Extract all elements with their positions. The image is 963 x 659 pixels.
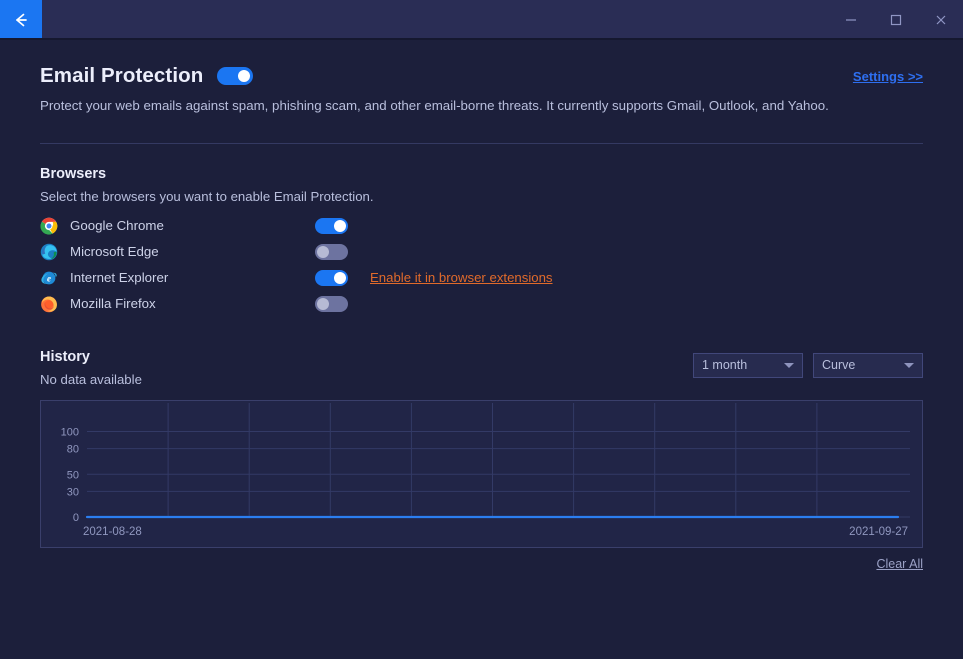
- enable-in-browser-extensions-link[interactable]: Enable it in browser extensions: [370, 270, 553, 285]
- browser-list: Google Chrome Microsoft Edge e Internet …: [40, 213, 923, 317]
- ie-icon: e: [40, 269, 58, 287]
- browser-row-edge: Microsoft Edge: [40, 239, 923, 265]
- window-controls: [828, 0, 963, 40]
- browser-row-firefox: Mozilla Firefox: [40, 291, 923, 317]
- chart-y-tick-label: 100: [61, 426, 79, 438]
- toggle-knob: [334, 271, 346, 284]
- page-header-row: Email Protection Settings >>: [40, 64, 923, 88]
- clear-all-link[interactable]: Clear All: [876, 557, 923, 571]
- chrome-icon: [40, 217, 58, 235]
- chart-y-tick-label: 50: [67, 469, 79, 481]
- svg-text:e: e: [47, 273, 51, 283]
- chart-y-tick-label: 30: [67, 486, 79, 498]
- chart-type-value: Curve: [822, 358, 856, 373]
- clear-all-row: Clear All: [40, 557, 923, 571]
- browser-toggle-firefox[interactable]: [315, 295, 348, 312]
- browsers-title: Browsers: [40, 165, 107, 182]
- chart-y-tick-label: 0: [73, 512, 79, 524]
- main-content: Email Protection Settings >> Protect you…: [0, 40, 963, 571]
- edge-icon: [40, 243, 58, 261]
- browsers-section: Browsers Select the browsers you want to…: [40, 166, 923, 317]
- close-button[interactable]: [918, 0, 963, 40]
- browsers-subtitle: Select the browsers you want to enable E…: [40, 188, 374, 204]
- browser-name-internet-explorer: Internet Explorer: [70, 270, 169, 286]
- minimize-icon: [844, 13, 858, 27]
- browser-toggle-internet-explorer[interactable]: [315, 269, 348, 286]
- title-bar: [0, 0, 963, 40]
- no-data-label: No data available: [40, 371, 142, 387]
- maximize-icon: [889, 13, 903, 27]
- history-header: History No data available 1 month Curve: [40, 349, 923, 387]
- page-header-left: Email Protection: [40, 64, 254, 88]
- arrow-left-icon: [11, 10, 31, 30]
- title-bar-drag-area: [42, 0, 828, 40]
- page-title: Email Protection: [40, 64, 204, 87]
- time-range-select[interactable]: 1 month: [693, 352, 803, 378]
- browser-toggle-edge[interactable]: [315, 243, 348, 260]
- chart-x-end-label: 2021-09-27: [849, 526, 908, 538]
- toggle-knob: [334, 219, 346, 232]
- browser-row-chrome: Google Chrome: [40, 213, 923, 239]
- email-protection-toggle[interactable]: [217, 67, 254, 85]
- chevron-down-icon: [904, 362, 914, 368]
- chart-type-select[interactable]: Curve: [813, 352, 923, 378]
- settings-link[interactable]: Settings >>: [853, 69, 923, 84]
- toggle-knob: [317, 245, 329, 258]
- chevron-down-icon: [784, 362, 794, 368]
- browser-name-edge: Microsoft Edge: [70, 244, 159, 260]
- email-protection-section: Email Protection Settings >> Protect you…: [40, 40, 923, 115]
- history-chart[interactable]: 100 80 50 30 0 2021-08-28 2021-09-27: [40, 399, 923, 548]
- section-divider: [40, 142, 923, 144]
- toggle-knob: [317, 297, 329, 310]
- page-description: Protect your web emails against spam, ph…: [40, 98, 829, 113]
- time-range-value: 1 month: [702, 358, 748, 373]
- back-button[interactable]: [0, 0, 42, 40]
- browser-name-firefox: Mozilla Firefox: [70, 296, 156, 312]
- browser-row-internet-explorer: e Internet Explorer Enable it in browser…: [40, 265, 923, 291]
- firefox-icon: [40, 295, 58, 313]
- chart-x-start-label: 2021-08-28: [83, 526, 142, 538]
- history-controls: 1 month Curve: [693, 352, 923, 378]
- browser-toggle-chrome[interactable]: [315, 217, 348, 234]
- maximize-button[interactable]: [873, 0, 918, 40]
- chart-y-tick-label: 80: [67, 444, 79, 456]
- toggle-knob: [238, 70, 251, 82]
- history-header-left: History No data available: [40, 349, 142, 387]
- history-chart-svg: 100 80 50 30 0 2021-08-28 2021-09-27: [61, 402, 910, 538]
- minimize-button[interactable]: [828, 0, 873, 40]
- history-section: History No data available 1 month Curve …: [40, 349, 923, 571]
- close-icon: [934, 13, 948, 27]
- history-title: History: [40, 348, 90, 365]
- browser-name-chrome: Google Chrome: [70, 218, 164, 234]
